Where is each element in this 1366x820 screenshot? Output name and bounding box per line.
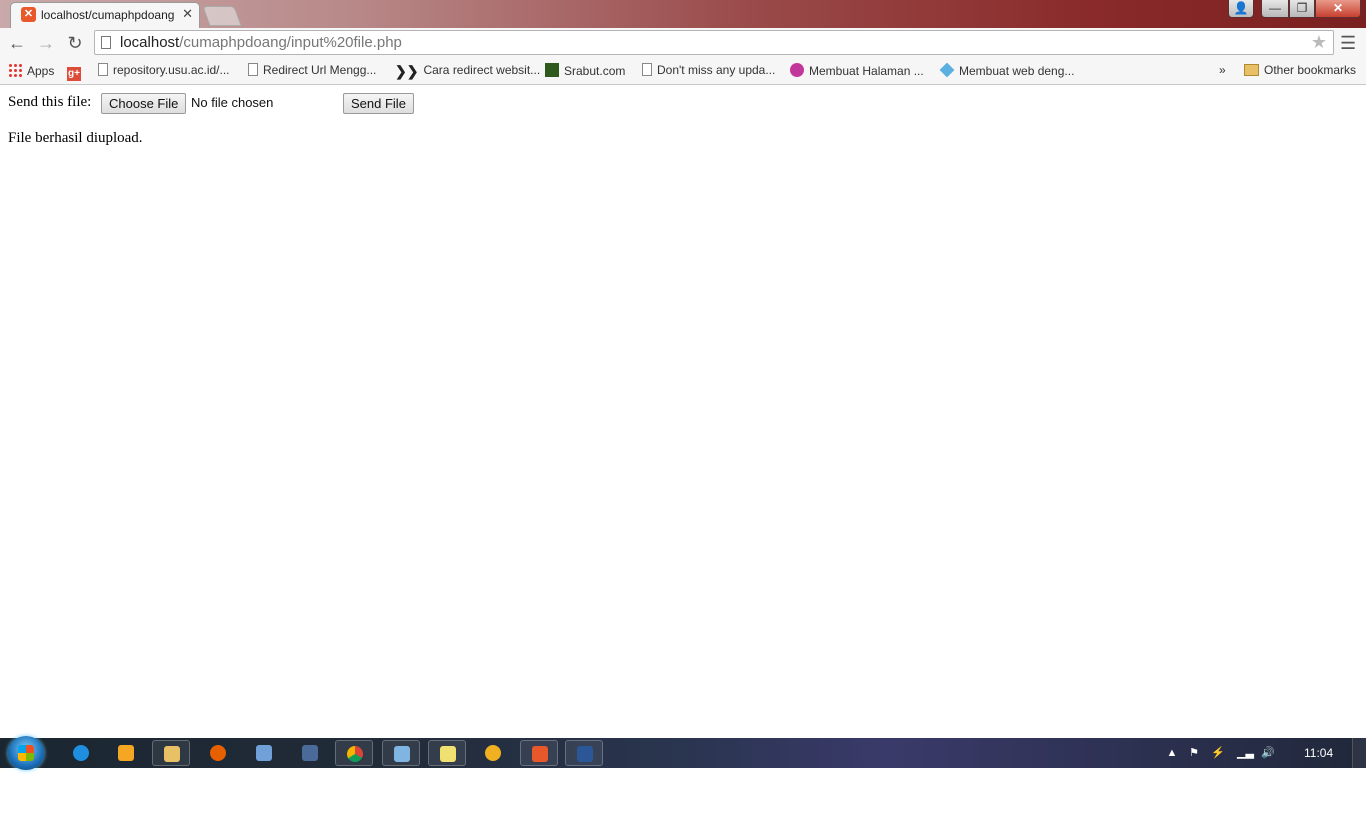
chevron-icon: ❯❯ — [395, 63, 419, 79]
page-icon — [98, 63, 108, 76]
choose-file-button[interactable]: Choose File — [101, 93, 187, 114]
new-tab-button[interactable] — [202, 6, 242, 26]
bookmark-apps[interactable]: Apps — [8, 63, 54, 81]
bookmark-dont-miss[interactable]: Don't miss any upda... — [642, 63, 775, 81]
volume-icon[interactable]: 🔊 — [1261, 746, 1275, 760]
reload-icon[interactable]: ↻ — [63, 31, 87, 55]
bookmark-cara-redirect[interactable]: ❯❯ Cara redirect websit... — [395, 63, 540, 81]
chrome-menu-icon[interactable]: ☰ — [1340, 33, 1358, 53]
minimize-button[interactable]: — — [1261, 0, 1289, 18]
page-icon — [642, 63, 652, 76]
action-center-flag-icon[interactable]: ⚑ — [1187, 746, 1201, 760]
taskbar-clock[interactable]: 11:04 — [1304, 746, 1333, 760]
url-text[interactable]: localhost/cumaphpdoang/input%20file.php — [120, 34, 402, 51]
bookmark-star-icon[interactable]: ★ — [1311, 32, 1327, 53]
back-arrow-icon[interactable]: ← — [5, 31, 29, 55]
bookmarks-overflow-button[interactable]: » — [1219, 63, 1226, 81]
diamond-icon — [939, 62, 955, 78]
windows-taskbar: ▲ ⚑ ⚡ ▁▃ 🔊 11:04 — [0, 736, 1366, 770]
show-desktop-button[interactable] — [1352, 738, 1366, 768]
address-bar[interactable]: localhost/cumaphpdoang/input%20file.php … — [94, 30, 1334, 55]
other-bookmarks[interactable]: Other bookmarks — [1244, 63, 1356, 81]
bookmark-google-plus[interactable]: g+ — [67, 63, 86, 81]
chrome-icon[interactable] — [335, 740, 373, 766]
send-file-label: Send this file: — [8, 94, 92, 110]
forward-arrow-icon[interactable]: → — [34, 31, 58, 55]
bookmark-membuat-web[interactable]: Membuat web deng... — [939, 62, 1074, 81]
title-bar: ✕ localhost/cumaphpdoang ✕ 👤 — ❐ ✕ — [0, 0, 1366, 28]
notepad-icon[interactable] — [245, 740, 283, 766]
sticky-notes-icon[interactable] — [428, 740, 466, 766]
pink-circle-icon — [790, 63, 804, 77]
tab-close-icon[interactable]: ✕ — [182, 6, 193, 22]
page-icon — [248, 63, 258, 76]
upload-status-text: File berhasil diupload. — [8, 130, 143, 146]
bookmark-srabut[interactable]: Srabut.com — [545, 63, 625, 81]
page-icon — [101, 36, 111, 49]
folder-icon — [1244, 64, 1259, 76]
tab-title: localhost/cumaphpdoang — [41, 8, 175, 22]
apps-grid-icon — [8, 63, 22, 77]
power-icon[interactable]: ⚡ — [1211, 746, 1225, 760]
user-profile-button[interactable]: 👤 — [1228, 0, 1254, 18]
bookmark-repository[interactable]: repository.usu.ac.id/... — [98, 63, 230, 81]
bookmark-redirect-url[interactable]: Redirect Url Mengg... — [248, 63, 376, 81]
start-button[interactable] — [8, 736, 44, 770]
network-icon[interactable] — [291, 740, 329, 766]
page-content: Send this file: Choose File No file chos… — [0, 85, 1366, 738]
xampp-icon[interactable] — [520, 740, 558, 766]
ie-icon[interactable] — [62, 740, 100, 766]
no-file-chosen-text: No file chosen — [191, 95, 274, 110]
signal-icon[interactable]: ▁▃ — [1237, 746, 1254, 760]
paint-icon[interactable] — [382, 740, 420, 766]
srabut-icon — [545, 63, 559, 77]
google-plus-icon: g+ — [67, 67, 81, 81]
bookmarks-bar: Apps g+ repository.usu.ac.id/... Redirec… — [0, 58, 1366, 85]
firefox-icon[interactable] — [199, 740, 237, 766]
tray-expand-icon[interactable]: ▲ — [1165, 746, 1179, 760]
windows-logo-icon — [18, 745, 34, 761]
media-player-icon[interactable] — [107, 740, 145, 766]
word-icon[interactable] — [565, 740, 603, 766]
xampp-favicon-icon: ✕ — [21, 7, 36, 22]
bee-icon[interactable] — [474, 740, 512, 766]
close-window-button[interactable]: ✕ — [1315, 0, 1361, 18]
bookmark-membuat-halaman[interactable]: Membuat Halaman ... — [790, 63, 924, 81]
tab-active[interactable]: ✕ localhost/cumaphpdoang ✕ — [10, 2, 200, 28]
explorer-icon[interactable] — [152, 740, 190, 766]
maximize-button[interactable]: ❐ — [1289, 0, 1315, 18]
send-file-button[interactable]: Send File — [343, 93, 414, 114]
